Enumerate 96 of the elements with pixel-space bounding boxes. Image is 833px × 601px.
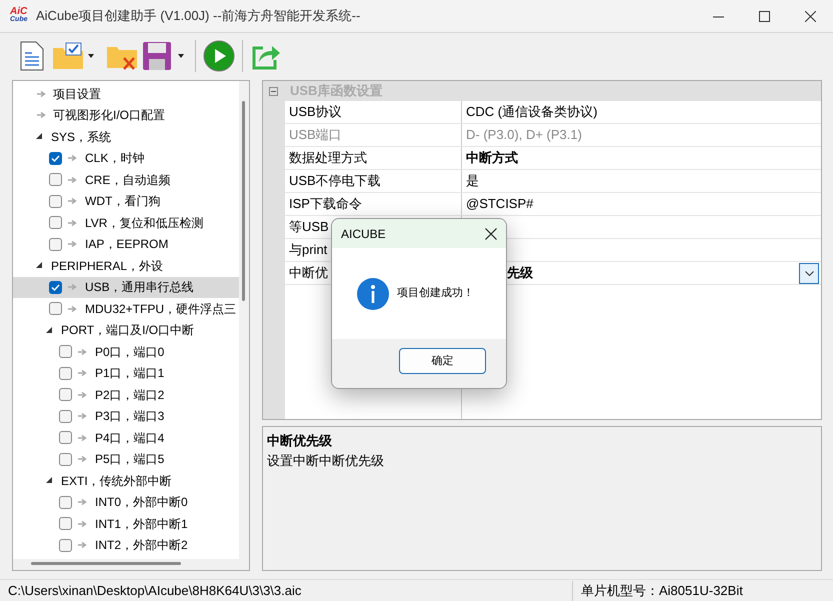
collapse-icon[interactable] <box>269 86 278 96</box>
property-name: USB不停电下载 <box>285 170 462 192</box>
tree-item[interactable]: 可视图形化I/O口配置 <box>13 104 239 126</box>
description-title: 中断优先级 <box>267 432 333 450</box>
info-icon <box>357 278 389 310</box>
property-row[interactable]: USB协议 CDC (通信设备类协议) <box>285 101 821 124</box>
checkbox[interactable] <box>59 388 72 402</box>
dropdown-button[interactable] <box>799 262 819 284</box>
checkbox[interactable] <box>59 538 72 552</box>
checkbox[interactable] <box>49 216 62 230</box>
close-icon <box>804 10 816 22</box>
arrow-icon <box>78 390 87 399</box>
property-name: USB端口 <box>285 124 462 146</box>
arrow-icon <box>37 90 46 98</box>
tree-item[interactable]: WDT，看门狗 <box>13 190 239 212</box>
checkbox[interactable] <box>59 431 72 444</box>
close-button[interactable] <box>484 226 498 240</box>
arrow-icon <box>68 197 77 206</box>
tree-item[interactable]: INT1，外部中断1 <box>13 513 239 534</box>
tree-item[interactable]: EXTI，传统外部中断 <box>13 470 239 492</box>
maximize-icon <box>758 10 770 22</box>
tree-item[interactable]: 项目设置 <box>13 83 239 104</box>
tree-item[interactable]: INT2，外部中断2 <box>13 534 239 556</box>
checkbox[interactable] <box>49 302 62 316</box>
checkbox[interactable] <box>59 410 72 423</box>
arrow-icon <box>78 455 87 464</box>
property-row[interactable]: ISP下载命令 @STCISP# <box>285 193 821 216</box>
checkbox[interactable] <box>59 452 72 466</box>
tree-item[interactable]: SYS，系统 <box>13 126 239 148</box>
description-text: 设置中断中断优先级 <box>267 452 385 470</box>
arrow-icon <box>68 240 77 248</box>
tree-item[interactable]: INT0，外部中断0 <box>13 492 239 513</box>
property-value: @STCISP# <box>466 195 534 214</box>
caret-icon[interactable] <box>88 54 94 58</box>
checkmark-icon <box>51 154 60 162</box>
arrow-icon <box>68 154 77 162</box>
tree-item[interactable]: LVR，复位和低压检测 <box>13 212 239 234</box>
run-button[interactable] <box>201 38 237 74</box>
tree-item[interactable]: P5口，端口5 <box>13 448 239 470</box>
property-name: ISP下载命令 <box>285 193 462 215</box>
tree-item[interactable]: PERIPHERAL，外设 <box>13 255 239 276</box>
property-name: 数据处理方式 <box>285 147 462 169</box>
checkbox[interactable] <box>59 345 72 358</box>
arrow-icon <box>68 218 77 227</box>
expander-icon[interactable] <box>36 262 43 270</box>
arrow-icon <box>78 541 87 550</box>
tree-item[interactable]: CRE，自动追频 <box>13 169 239 190</box>
tree-item[interactable]: IAP，EEPROM <box>13 234 239 255</box>
chip-model: 单片机型号：Ai8051U-32Bit <box>580 582 743 600</box>
checkbox[interactable] <box>59 366 72 380</box>
arrow-icon <box>68 283 77 292</box>
vertical-scrollbar[interactable] <box>242 101 245 301</box>
property-value: 先级 <box>507 264 533 282</box>
property-row[interactable]: 数据处理方式 中断方式 <box>285 147 821 170</box>
checkbox[interactable] <box>59 517 72 530</box>
arrow-icon <box>68 176 77 184</box>
property-value: 是 <box>466 172 479 190</box>
arrow-icon <box>37 111 46 120</box>
arrow-icon <box>68 304 77 313</box>
checkbox[interactable] <box>49 238 62 251</box>
arrow-icon <box>78 412 87 420</box>
tree-item[interactable]: CLK，时钟 <box>13 148 239 169</box>
expander-icon[interactable] <box>46 326 53 334</box>
arrow-icon <box>78 520 87 528</box>
checkbox[interactable] <box>49 280 62 294</box>
property-value: 中断方式 <box>466 149 518 168</box>
tree-item[interactable]: P0口，端口0 <box>13 341 239 362</box>
checkbox[interactable] <box>49 173 62 186</box>
tree-item[interactable]: P4口，端口4 <box>13 427 239 448</box>
expander-icon[interactable] <box>46 477 53 484</box>
checkmark-icon <box>51 284 60 291</box>
tree-item[interactable]: MDU32+TFPU，硬件浮点三 <box>13 298 239 320</box>
property-value: D- (P3.0), D+ (P3.1) <box>466 126 582 144</box>
window-title: AiCube项目创建助手 (V1.00J) --前海方舟智能开发系统-- <box>36 7 360 26</box>
property-row[interactable]: USB不停电下载 是 <box>285 170 821 193</box>
arrow-icon <box>78 369 87 378</box>
checkbox[interactable] <box>49 152 62 165</box>
tree-item[interactable]: P1口，端口1 <box>13 362 239 384</box>
horizontal-scrollbar[interactable] <box>31 562 181 565</box>
checkbox[interactable] <box>49 194 62 208</box>
expander-icon[interactable] <box>36 133 43 140</box>
arrow-icon <box>78 498 87 506</box>
checkbox[interactable] <box>59 496 72 509</box>
property-name: USB协议 <box>285 101 462 123</box>
arrow-icon <box>78 434 87 442</box>
dialog-message: 项目创建成功！ <box>397 286 474 302</box>
tree-item[interactable]: P3口，端口3 <box>13 406 239 427</box>
tree-item[interactable]: P2口，端口2 <box>13 384 239 406</box>
caret-icon[interactable] <box>178 54 184 58</box>
property-value: CDC (通信设备类协议) <box>466 103 598 122</box>
arrow-icon <box>78 348 87 356</box>
file-path: C:\Users\xinan\Desktop\AIcube\8H8K64U\3\3\3.aic <box>7 582 302 600</box>
ok-button[interactable]: 确定 <box>399 348 486 374</box>
tree-item[interactable]: PORT，端口及I/O口中断 <box>13 320 239 341</box>
tree-item[interactable]: USB，通用串行总线 <box>13 276 239 298</box>
chevron-down-icon <box>804 270 814 276</box>
